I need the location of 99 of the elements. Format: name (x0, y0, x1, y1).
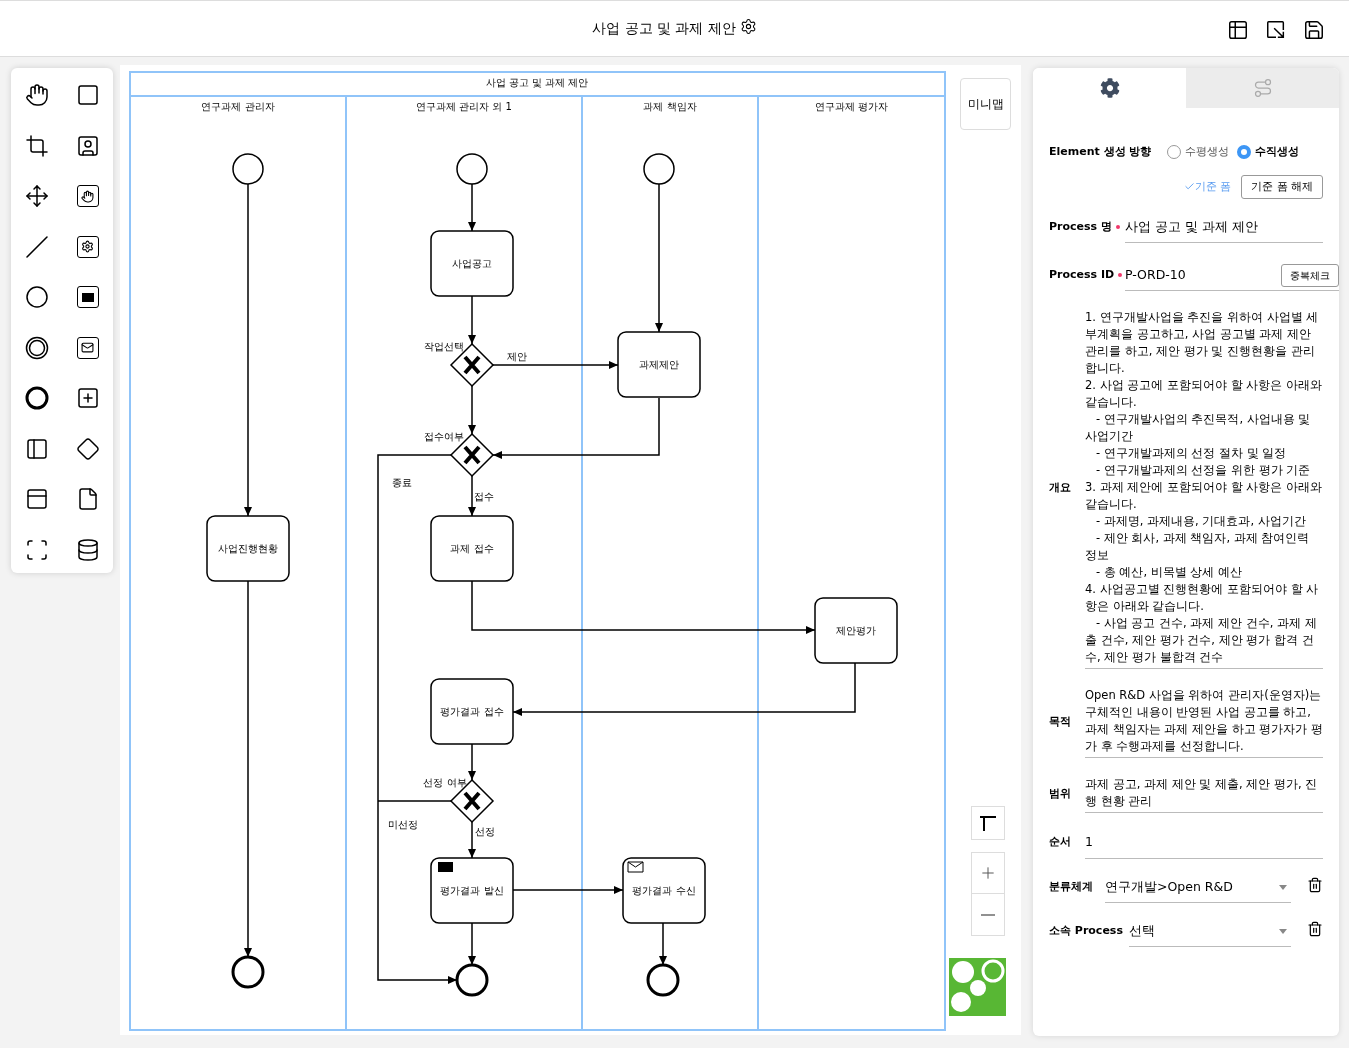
text-area[interactable]: 1. 연구개발사업을 추진을 위하여 사업별 세부계획을 공고하고, 사업 공고별 과제 제안 관리를 하고, 제안 평가 및 진행현황을 관리합니다. 2. 사업 공고에 포함되어야 할 사항은 아래와 같습니다. - 연구개발사업의 추진목적, 사업내용 및 사업기간 - 연구개발과제의 선정 절차 및 일정 - 연구개발과제의 선정을 위한 평가 기준 3. 과제 제안에 포함되어야 할 사항은 아래와 같습니다. - 과제명, 과제내용, 기대효과, 사업기간 - 제안 회사, 과제 책임자, 과제 참여인력 정보 - 총 예산, 비목별 상세 예산 4. 사업공고별 진행현황에 포함되어야 할 사항은 아래와 같습니다. - 사업 공고 건수, 과제 제안 건수, 과제 제출 건수, 제안 평가 건수, 제안 평가 합격 건수, 제안 평가 불합격 건수 (1085, 308, 1323, 669)
start-event (643, 153, 675, 185)
reset-icon (979, 815, 997, 831)
select-field[interactable]: 연구개발>Open R&D (1105, 872, 1291, 903)
user-task-icon[interactable] (75, 133, 100, 158)
panel-tab[interactable] (1033, 68, 1186, 108)
subprocess-icon[interactable] (75, 386, 100, 411)
text-field[interactable]: P-ORD-10 (1125, 265, 1281, 285)
field-label: 소속 Process (1049, 923, 1123, 940)
database-icon[interactable] (75, 537, 100, 562)
thick-circle-icon[interactable] (24, 386, 49, 411)
gateway-label: 접수여부 (424, 431, 464, 442)
text-area[interactable]: Open R&D 사업을 위하여 관리자(운영자)는 구체적인 내용이 반영된 사업 공고를 하고, 과제 책임자는 과제 제안을 하고 평가자가 평가 후 수행과제를 선정합니다. (1085, 686, 1323, 758)
pool-icon[interactable] (24, 487, 49, 512)
flow-label: 미선정 (388, 819, 418, 830)
dropdown-caret-icon (1279, 884, 1287, 890)
delete-icon[interactable] (1307, 876, 1323, 893)
task-label: 과제제안 (639, 359, 679, 370)
delete-icon[interactable] (1307, 920, 1323, 937)
sequence-flow (468, 295, 476, 345)
diamond-icon[interactable] (75, 436, 100, 461)
dropdown-caret-icon (1279, 928, 1287, 934)
reset-view-button[interactable] (971, 806, 1005, 840)
task-label: 평가결과 접수 (440, 706, 504, 717)
route-icon (1252, 78, 1273, 98)
sequence-flow (468, 475, 476, 517)
flow-label: 종료 (392, 477, 412, 488)
radio-button[interactable] (1237, 145, 1252, 160)
sequence-flow (468, 743, 476, 781)
plus-icon (979, 864, 997, 882)
end-event (231, 955, 265, 989)
page-title: 사업 공고 및 과제 제안 (592, 19, 736, 38)
pool-title: 사업 공고 및 과제 제안 (485, 77, 589, 88)
logo-icon (949, 958, 1006, 1016)
flow-label: 제안 (507, 351, 527, 362)
end-event (646, 963, 680, 997)
double-circle-icon[interactable] (24, 335, 49, 360)
field-label: 목적 (1049, 713, 1071, 730)
radio-option[interactable]: 수직생성 (1237, 144, 1300, 161)
rectangle-icon[interactable] (75, 83, 100, 108)
sequence-flow (468, 385, 476, 435)
lane-title: 연구과제 관리자 (201, 101, 275, 112)
base-form-status: 기준 폼 (1183, 178, 1232, 195)
select-field[interactable]: 선택 (1129, 916, 1291, 947)
lane-title: 연구과제 관리자 외 1 (416, 101, 512, 112)
task-label: 평가결과 발신 (440, 885, 504, 896)
start-event (456, 153, 488, 185)
field-label: Process 명 (1049, 219, 1112, 236)
lane-icon[interactable] (24, 436, 49, 461)
sequence-flow (468, 922, 476, 966)
field-label: 분류체계 (1049, 879, 1093, 896)
lane-title: 과제 책임자 (643, 101, 697, 112)
table-icon[interactable] (1227, 19, 1249, 41)
minimap-button[interactable]: 미니맵 (960, 78, 1011, 130)
task-label: 사업공고 (452, 258, 492, 269)
base-form-release-button[interactable]: 기준 폼 해제 (1241, 174, 1323, 199)
field-label: Process ID (1049, 267, 1115, 284)
field-label: 개요 (1049, 480, 1071, 497)
minus-icon (981, 913, 995, 916)
circle-icon[interactable] (24, 285, 49, 310)
end-event (455, 963, 489, 997)
text-field[interactable]: 1 (1085, 826, 1323, 859)
service-task-icon[interactable] (76, 235, 99, 258)
radio-option[interactable]: 수평생성 (1167, 144, 1230, 161)
sequence-flow (468, 183, 476, 232)
save-icon[interactable] (1303, 19, 1325, 41)
field-label: 순서 (1049, 834, 1071, 851)
text-field[interactable]: 사업 공고 및 과제 제안 (1125, 217, 1323, 237)
check-icon (1183, 181, 1195, 192)
settings-icon[interactable] (739, 18, 757, 35)
flow-label: 접수 (474, 491, 494, 502)
task-label: 평가결과 수신 (632, 885, 696, 896)
receive-task-icon[interactable] (76, 336, 99, 359)
envelope-icon (627, 861, 644, 873)
crop-icon[interactable] (24, 133, 49, 158)
sequence-flow (468, 821, 476, 859)
send-task-icon[interactable] (76, 286, 99, 309)
envelope-icon (438, 862, 453, 872)
hand-tool-icon[interactable] (24, 83, 49, 108)
line-icon[interactable] (24, 234, 49, 259)
export-icon[interactable] (1265, 19, 1287, 41)
duplicate-check-button[interactable]: 중복체크 (1281, 263, 1339, 287)
task-label: 제안평가 (836, 625, 876, 636)
manual-task-icon[interactable] (76, 185, 99, 208)
exclusive-gateway (449, 778, 495, 824)
task-label: 과제 접수 (450, 543, 494, 554)
flow-label: 선정 (475, 826, 495, 837)
field-label: 범위 (1049, 785, 1071, 802)
start-event (232, 153, 264, 185)
text-area[interactable]: 과제 공고, 과제 제안 및 제출, 제안 평가, 진행 현황 관리 (1085, 775, 1323, 813)
lane-title: 연구과제 평가자 (814, 101, 889, 112)
task-label: 사업진행현황 (218, 543, 278, 554)
settings-icon (1099, 78, 1120, 98)
gateway-label: 작업선택 (424, 341, 464, 352)
field-label: Element 생성 방향 (1049, 144, 1152, 160)
group-icon[interactable] (24, 537, 49, 562)
move-icon[interactable] (24, 184, 49, 209)
gateway-label: 선정 여부 (423, 777, 467, 788)
sequence-flow (659, 922, 667, 966)
